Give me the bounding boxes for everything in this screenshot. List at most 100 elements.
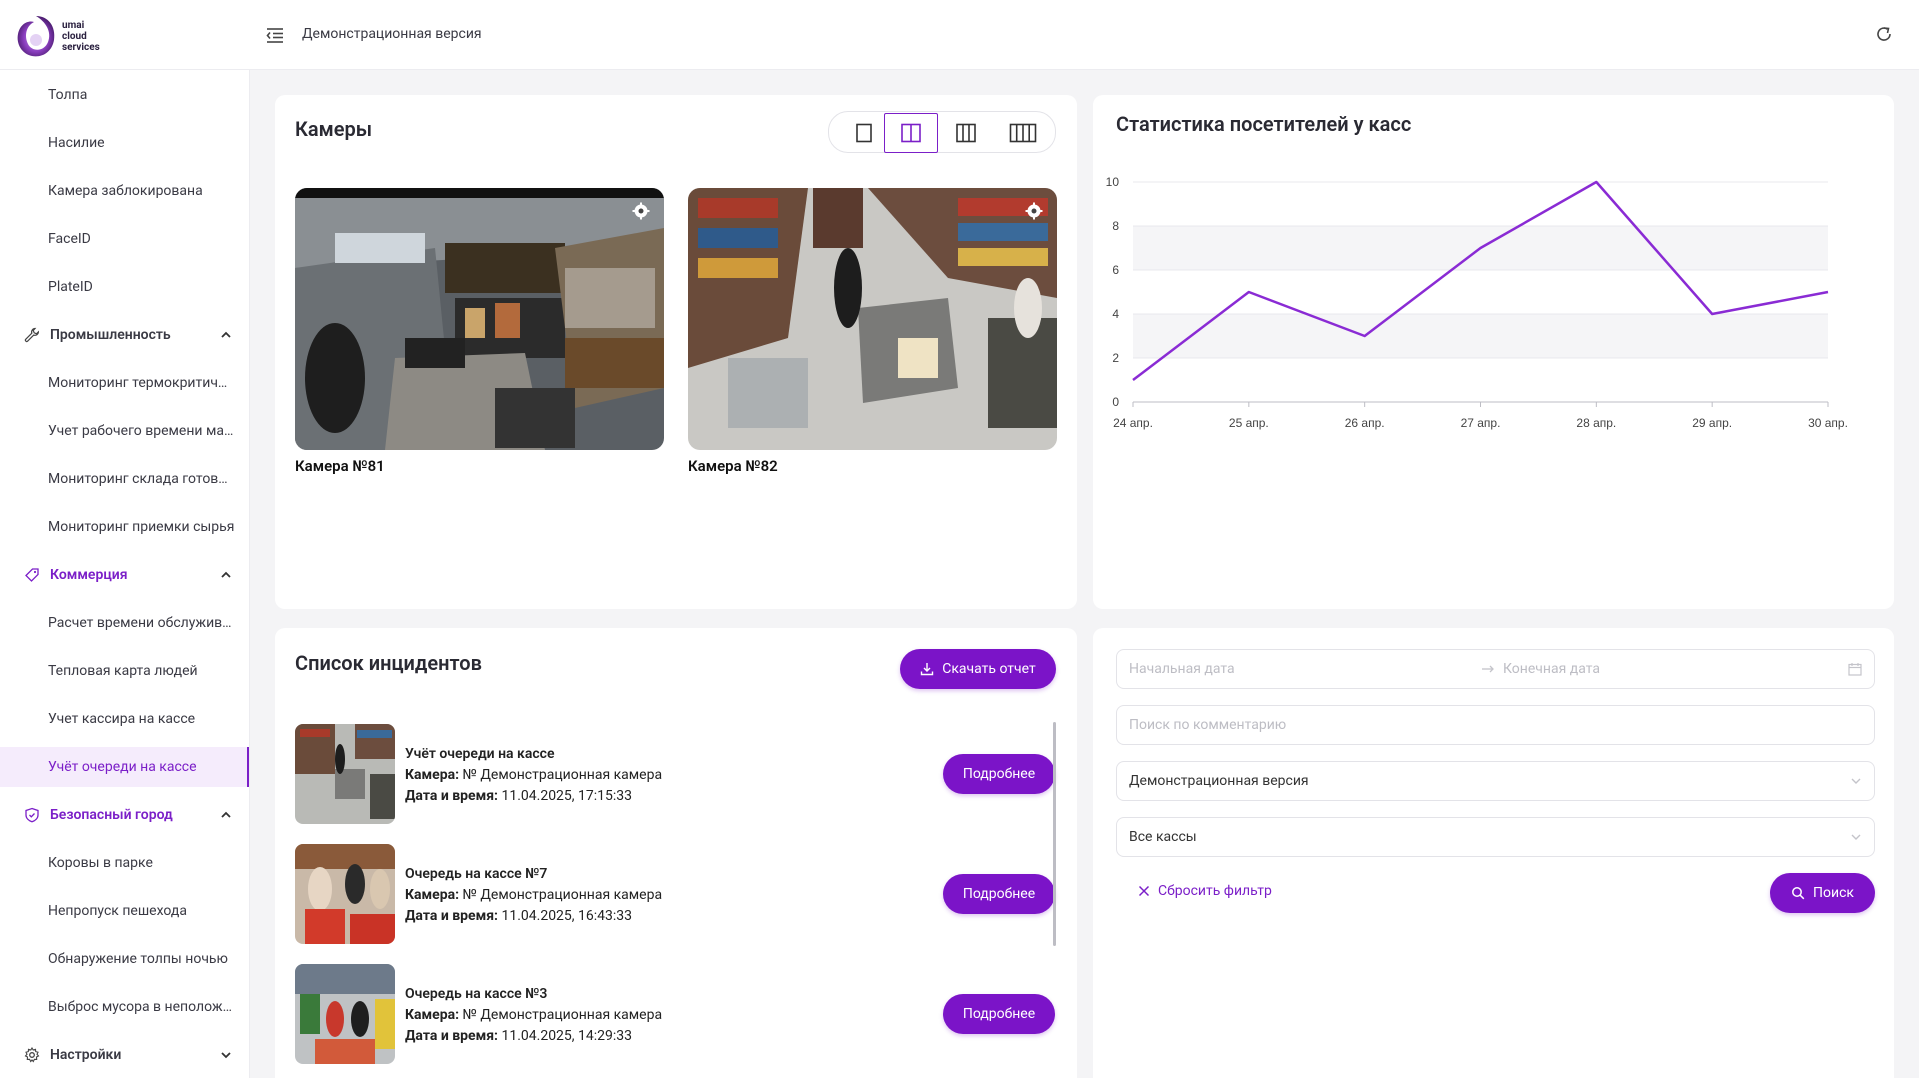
incident-camera: Камера: № Демонстрационная камера [405,885,662,906]
incident-row: Очередь на кассе №3 Камера: № Демонстрац… [295,964,1055,1064]
view-2-button[interactable] [884,113,938,153]
visitors-line-chart: 0 2 4 6 8 10 24 апр. 25 апр. 26 апр. 27 апр. 28 ап… [1106,175,1848,430]
x-tick-label: 29 апр. [1692,416,1732,430]
sidebar: Толпа Насилие Камера заблокирована FaceI… [0,70,250,1078]
sidebar-group-commerce[interactable]: Коммерция [0,555,249,595]
version-select-value: Демонстрационная версия [1129,773,1309,789]
incident-image [295,964,395,1064]
incident-row: Учёт очереди на кассе Камера: № Демонстр… [295,724,1055,824]
view-1-button[interactable] [837,113,891,153]
wrench-icon [24,327,40,343]
header-title: Демонстрационная версия [302,26,482,42]
datetime-value: 11.04.2025, 14:29:33 [501,1028,633,1044]
view-4-button[interactable] [996,113,1050,153]
chevron-up-icon [221,331,231,338]
sidebar-item-night-crowd[interactable]: Обнаружение толпы ночью [0,939,249,979]
sidebar-item-queue[interactable]: Учёт очереди на кассе [0,747,249,787]
x-tick-label: 30 апр. [1808,416,1848,430]
incident-thumbnail[interactable] [295,844,395,944]
download-report-button[interactable]: Скачать отчет [900,649,1056,689]
incidents-scrollbar[interactable] [1053,722,1056,946]
camera-settings-icon[interactable] [1025,202,1043,220]
sidebar-item-service-time[interactable]: Расчет времени обслужив… [0,603,249,643]
date-range-picker[interactable]: Начальная дата Конечная дата [1116,649,1875,689]
reset-filter-button[interactable]: Сбросить фильтр [1138,883,1272,899]
incident-image [295,724,395,824]
sidebar-item-littering[interactable]: Выброс мусора в неполож… [0,987,249,1027]
incident-thumbnail[interactable] [295,724,395,824]
calendar-icon [1848,663,1862,676]
incident-title: Очередь на кассе №3 [405,986,548,1002]
x-tick-label: 24 апр. [1113,416,1153,430]
download-report-label: Скачать отчет [942,661,1036,677]
camera-feed-82[interactable] [688,188,1057,450]
sidebar-item-thermo[interactable]: Мониторинг термокритич… [0,363,249,403]
sidebar-item-heatmap[interactable]: Тепловая карта людей [0,651,249,691]
sidebar-item-warehouse[interactable]: Мониторинг склада готов… [0,459,249,499]
reset-filter-label: Сбросить фильтр [1158,883,1272,899]
sidebar-item-faceid[interactable]: FaceID [0,219,249,259]
sidebar-item-plateid[interactable]: PlateID [0,267,249,307]
camera-key: Камера: [405,1007,460,1023]
incident-datetime: Дата и время: 11.04.2025, 14:29:33 [405,1026,662,1047]
search-button[interactable]: Поиск [1770,873,1875,913]
incident-title: Учёт очереди на кассе [405,746,555,762]
details-button[interactable]: Подробнее [943,754,1055,794]
comment-search-input[interactable]: Поиск по комментарию [1116,705,1875,745]
incident-image [295,844,395,944]
shield-icon [25,807,39,823]
sidebar-group-industry[interactable]: Промышленность [0,315,249,355]
sidebar-group-label: Коммерция [50,567,128,583]
incident-info: Учёт очереди на кассе Камера: № Демонстр… [405,744,662,807]
incident-thumbnail[interactable] [295,964,395,1064]
sidebar-item-camera-blocked[interactable]: Камера заблокирована [0,171,249,211]
layout-two-icon [901,123,921,143]
details-button[interactable]: Подробнее [943,994,1055,1034]
incident-datetime: Дата и время: 11.04.2025, 16:43:33 [405,906,662,927]
chevron-down-icon [221,1052,231,1059]
camera-value: № Демонстрационная камера [462,767,663,783]
sidebar-item-cashier[interactable]: Учет кассира на кассе [0,699,249,739]
menu-fold-icon[interactable] [265,25,285,45]
incident-datetime: Дата и время: 11.04.2025, 17:15:33 [405,786,662,807]
incident-info: Очередь на кассе №3 Камера: № Демонстрац… [405,984,662,1047]
datetime-key: Дата и время: [405,1028,498,1044]
camera-key: Камера: [405,887,460,903]
sidebar-group-label: Настройки [50,1047,122,1063]
sidebar-item-crowd[interactable]: Толпа [0,75,249,115]
end-date-input[interactable]: Конечная дата [1503,650,1600,688]
chevron-up-icon [221,571,231,578]
view-3-button[interactable] [939,113,993,153]
incident-camera: Камера: № Демонстрационная камера [405,1005,662,1026]
chevron-up-icon [221,811,231,818]
y-tick-label: 4 [1112,307,1119,321]
kassa-select[interactable]: Все кассы [1116,817,1875,857]
grid-band [1133,314,1828,358]
sidebar-item-worktime[interactable]: Учет рабочего времени ма… [0,411,249,451]
version-select[interactable]: Демонстрационная версия [1116,761,1875,801]
sidebar-item-pedestrian[interactable]: Непропуск пешехода [0,891,249,931]
close-icon [1138,885,1150,897]
camera-settings-icon[interactable] [632,202,650,220]
incident-info: Очередь на кассе №7 Камера: № Демонстрац… [405,864,662,927]
details-button[interactable]: Подробнее [943,874,1055,914]
camera-feed-81[interactable] [295,188,664,450]
layout-single-icon [856,123,872,143]
datetime-value: 11.04.2025, 16:43:33 [501,908,633,924]
datetime-key: Дата и время: [405,788,498,804]
start-date-input[interactable]: Начальная дата [1129,650,1235,688]
tag-icon [25,568,39,582]
sidebar-group-settings[interactable]: Настройки [0,1035,249,1075]
refresh-icon[interactable] [1874,24,1894,44]
y-tick-label: 2 [1112,351,1119,365]
camera-value: № Демонстрационная камера [462,1007,663,1023]
sidebar-item-cows[interactable]: Коровы в парке [0,843,249,883]
logo[interactable]: umai cloud services [14,10,124,62]
y-tick-label: 0 [1112,395,1119,409]
sidebar-item-violence[interactable]: Насилие [0,123,249,163]
sidebar-group-label: Безопасный город [50,807,173,823]
search-label: Поиск [1813,885,1854,901]
camera-label-81: Камера №81 [295,457,385,475]
sidebar-group-safe-city[interactable]: Безопасный город [0,795,249,835]
sidebar-item-raw-intake[interactable]: Мониторинг приемки сырья [0,507,249,547]
